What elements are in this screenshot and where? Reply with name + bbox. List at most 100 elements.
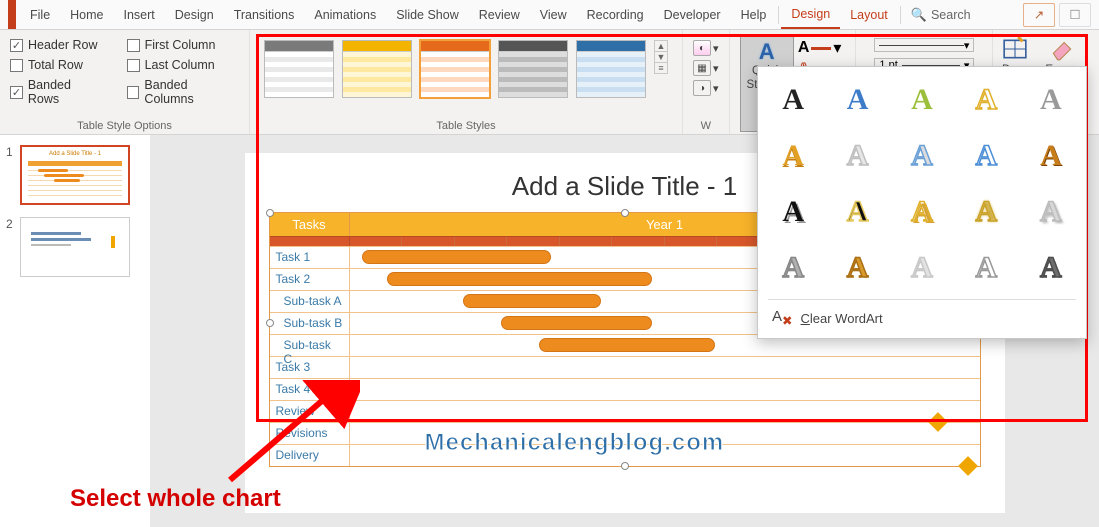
gallery-scroll[interactable]: ▲▼≡ <box>654 40 668 74</box>
comments-button[interactable]: ☐ <box>1059 3 1091 27</box>
menu-transitions[interactable]: Transitions <box>224 2 305 28</box>
menu-bar: File Home Insert Design Transitions Anim… <box>0 0 1099 30</box>
gantt-row-label: Task 4 <box>270 379 350 400</box>
col-header-tasks: Tasks <box>270 213 350 236</box>
menu-help[interactable]: Help <box>731 2 777 28</box>
gantt-bar[interactable] <box>362 250 551 264</box>
option-first-column[interactable]: First Column <box>127 38 239 52</box>
gantt-row-label: Sub-task A <box>270 291 350 312</box>
gantt-row[interactable]: Task 4 <box>270 378 980 400</box>
gantt-bar[interactable] <box>501 316 652 330</box>
menu-recording[interactable]: Recording <box>577 2 654 28</box>
menu-animations[interactable]: Animations <box>304 2 386 28</box>
option-banded-rows[interactable]: ✓Banded Rows <box>10 78 105 106</box>
app-accent <box>8 0 16 29</box>
clear-wordart[interactable]: A✖ Clear WordArt <box>768 299 1076 332</box>
menu-developer[interactable]: Developer <box>654 2 731 28</box>
wordart-style-6[interactable]: A <box>768 133 818 179</box>
wordart-style-3[interactable]: A <box>897 77 947 123</box>
search-box[interactable]: 🔍 Search <box>911 7 971 23</box>
wordart-style-14[interactable]: A <box>961 189 1011 235</box>
option-banded-columns[interactable]: Banded Columns <box>127 78 239 106</box>
table-style-3[interactable] <box>420 40 490 98</box>
menu-slideshow[interactable]: Slide Show <box>386 2 469 28</box>
wordart-style-17[interactable]: A <box>832 245 882 291</box>
search-icon: 🔍 <box>911 7 927 23</box>
group-label-table-style-options: Table Style Options <box>10 118 239 132</box>
option-header-row[interactable]: ✓Header Row <box>10 38 105 52</box>
checkbox-icon: ✓ <box>10 86 23 99</box>
wordart-style-4[interactable]: A <box>961 77 1011 123</box>
wordart-style-19[interactable]: A <box>961 245 1011 291</box>
context-tab-layout[interactable]: Layout <box>840 2 898 28</box>
wordart-style-15[interactable]: A <box>1026 189 1076 235</box>
gantt-bar[interactable] <box>463 294 602 308</box>
checkbox-icon <box>10 59 23 72</box>
table-style-5[interactable] <box>576 40 646 98</box>
wordart-style-1[interactable]: A <box>768 77 818 123</box>
gantt-row[interactable]: Review <box>270 400 980 422</box>
share-button[interactable]: ↗ <box>1023 3 1055 27</box>
wordart-style-20[interactable]: A <box>1026 245 1076 291</box>
gantt-row-label: Revisions <box>270 423 350 444</box>
gantt-row-label: Sub-task B <box>270 313 350 334</box>
table-style-1[interactable] <box>264 40 334 98</box>
wordart-style-8[interactable]: A <box>897 133 947 179</box>
table-style-2[interactable] <box>342 40 412 98</box>
menu-insert[interactable]: Insert <box>114 2 165 28</box>
gantt-bar[interactable] <box>539 338 715 352</box>
gantt-row-label: Delivery <box>270 445 350 466</box>
text-fill-button[interactable]: A ▾ <box>798 38 842 58</box>
wordart-style-18[interactable]: A <box>897 245 947 291</box>
gantt-bar[interactable] <box>387 272 652 286</box>
group-label-table-styles: Table Styles <box>260 118 672 132</box>
gantt-row-label: Sub-task C <box>270 335 350 356</box>
gantt-row[interactable]: Task 3 <box>270 356 980 378</box>
quick-styles-icon: A <box>759 39 775 65</box>
wordart-style-2[interactable]: A <box>832 77 882 123</box>
wordart-style-7[interactable]: A <box>832 133 882 179</box>
ribbon: ✓Header Row Total Row ✓Banded Rows First C… <box>0 30 1099 135</box>
wordart-style-10[interactable]: A <box>1026 133 1076 179</box>
gantt-bar-track <box>350 357 980 378</box>
menu-design[interactable]: Design <box>165 2 224 28</box>
table-styles-gallery: ▲▼≡ <box>260 34 672 98</box>
search-label: Search <box>931 8 971 22</box>
slide-thumbnail-2[interactable] <box>20 217 130 277</box>
slide-thumbnails: 1 Add a Slide Title - 1 2 <box>0 135 150 527</box>
wordart-dropdown: AAAAAAAAAAAAAAAAAAAA A✖ Clear WordArt <box>757 66 1087 339</box>
wordart-style-16[interactable]: A <box>768 245 818 291</box>
pen-style[interactable]: ▾ <box>874 38 974 52</box>
menu-view[interactable]: View <box>530 2 577 28</box>
wordart-style-5[interactable]: A <box>1026 77 1076 123</box>
context-tab-design[interactable]: Design <box>781 1 840 29</box>
menu-separator <box>900 6 901 24</box>
gantt-row-label: Task 2 <box>270 269 350 290</box>
menu-review[interactable]: Review <box>469 2 530 28</box>
table-style-4[interactable] <box>498 40 568 98</box>
checkbox-icon <box>127 59 140 72</box>
checkbox-icon <box>127 86 140 99</box>
wordart-style-11[interactable]: A <box>768 189 818 235</box>
gantt-row-label: Review <box>270 401 350 422</box>
option-total-row[interactable]: Total Row <box>10 58 105 72</box>
annotation-text: Select whole chart <box>70 485 281 513</box>
menu-home[interactable]: Home <box>60 2 113 28</box>
borders-button[interactable]: ▦▾ <box>693 60 719 76</box>
gantt-bar-track <box>350 401 980 422</box>
slide-thumbnail-1[interactable]: Add a Slide Title - 1 <box>20 145 130 205</box>
gantt-row-label: Task 3 <box>270 357 350 378</box>
wordart-style-13[interactable]: A <box>897 189 947 235</box>
checkbox-icon: ✓ <box>10 39 23 52</box>
group-label-wordart-initial: W <box>687 118 725 132</box>
shading-button[interactable]: ◐▾ <box>693 40 719 56</box>
clear-wordart-icon: A✖ <box>772 308 793 328</box>
watermark: Mechanicalengblog.com <box>425 429 725 457</box>
menu-file[interactable]: File <box>20 2 60 28</box>
wordart-style-9[interactable]: A <box>961 133 1011 179</box>
gantt-bar-track <box>350 379 980 400</box>
option-last-column[interactable]: Last Column <box>127 58 239 72</box>
wordart-style-12[interactable]: A <box>832 189 882 235</box>
effects-button[interactable]: ◑▾ <box>693 80 719 96</box>
gantt-row-label: Task 1 <box>270 247 350 268</box>
